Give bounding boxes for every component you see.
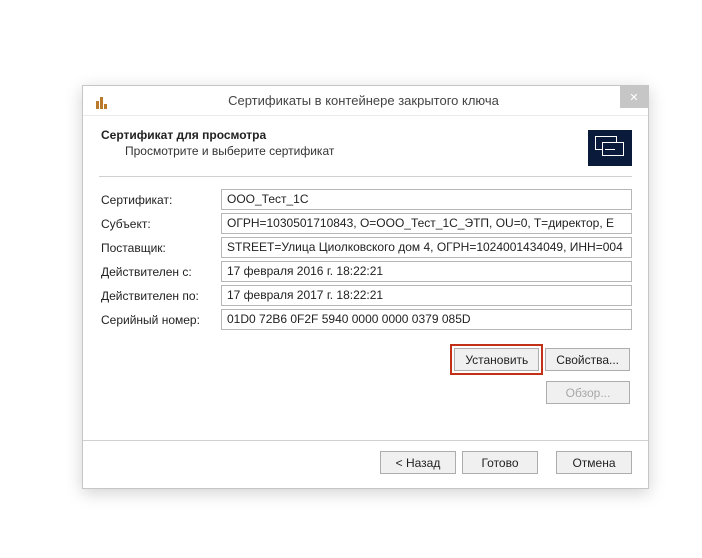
app-icon: [91, 93, 107, 109]
install-button[interactable]: Установить: [454, 348, 539, 371]
certificate-dialog: Сертификаты в контейнере закрытого ключа…: [82, 85, 649, 489]
browse-button: Обзор...: [546, 381, 630, 404]
label-valid-to: Действителен по:: [101, 289, 221, 303]
row-certificate: Сертификат: ООО_Тест_1С: [101, 189, 632, 210]
row-valid-from: Действителен с: 17 февраля 2016 г. 18:22…: [101, 261, 632, 282]
action-row: Установить Свойства...: [101, 348, 632, 371]
certificate-icon: [588, 130, 632, 166]
label-certificate: Сертификат:: [101, 193, 221, 207]
header-title: Сертификат для просмотра: [99, 128, 588, 142]
dialog-content: Сертификат для просмотра Просмотрите и в…: [83, 116, 648, 418]
field-serial[interactable]: 01D0 72B6 0F2F 5940 0000 0000 0379 085D: [221, 309, 632, 330]
browse-row: Обзор...: [101, 381, 632, 404]
label-valid-from: Действителен с:: [101, 265, 221, 279]
field-valid-to[interactable]: 17 февраля 2017 г. 18:22:21: [221, 285, 632, 306]
label-subject: Субъект:: [101, 217, 221, 231]
field-subject[interactable]: ОГРН=1030501710843, O=ООО_Тест_1С_ЭТП, O…: [221, 213, 632, 234]
certificate-form: Сертификат: ООО_Тест_1С Субъект: ОГРН=10…: [99, 189, 632, 404]
done-button[interactable]: Готово: [462, 451, 538, 474]
properties-button[interactable]: Свойства...: [545, 348, 630, 371]
row-subject: Субъект: ОГРН=1030501710843, O=ООО_Тест_…: [101, 213, 632, 234]
label-serial: Серийный номер:: [101, 313, 221, 327]
header-texts: Сертификат для просмотра Просмотрите и в…: [99, 128, 588, 158]
header-block: Сертификат для просмотра Просмотрите и в…: [99, 126, 632, 177]
label-supplier: Поставщик:: [101, 241, 221, 255]
row-serial: Серийный номер: 01D0 72B6 0F2F 5940 0000…: [101, 309, 632, 330]
close-button[interactable]: ✕: [620, 86, 648, 108]
titlebar: Сертификаты в контейнере закрытого ключа…: [83, 86, 648, 116]
row-supplier: Поставщик: STREET=Улица Циолковского дом…: [101, 237, 632, 258]
footer: < Назад Готово Отмена: [83, 441, 648, 488]
row-valid-to: Действителен по: 17 февраля 2017 г. 18:2…: [101, 285, 632, 306]
field-certificate[interactable]: ООО_Тест_1С: [221, 189, 632, 210]
window-title: Сертификаты в контейнере закрытого ключа: [107, 93, 648, 108]
field-valid-from[interactable]: 17 февраля 2016 г. 18:22:21: [221, 261, 632, 282]
back-button[interactable]: < Назад: [380, 451, 456, 474]
cancel-button[interactable]: Отмена: [556, 451, 632, 474]
header-subtitle: Просмотрите и выберите сертификат: [99, 144, 588, 158]
field-supplier[interactable]: STREET=Улица Циолковского дом 4, ОГРН=10…: [221, 237, 632, 258]
